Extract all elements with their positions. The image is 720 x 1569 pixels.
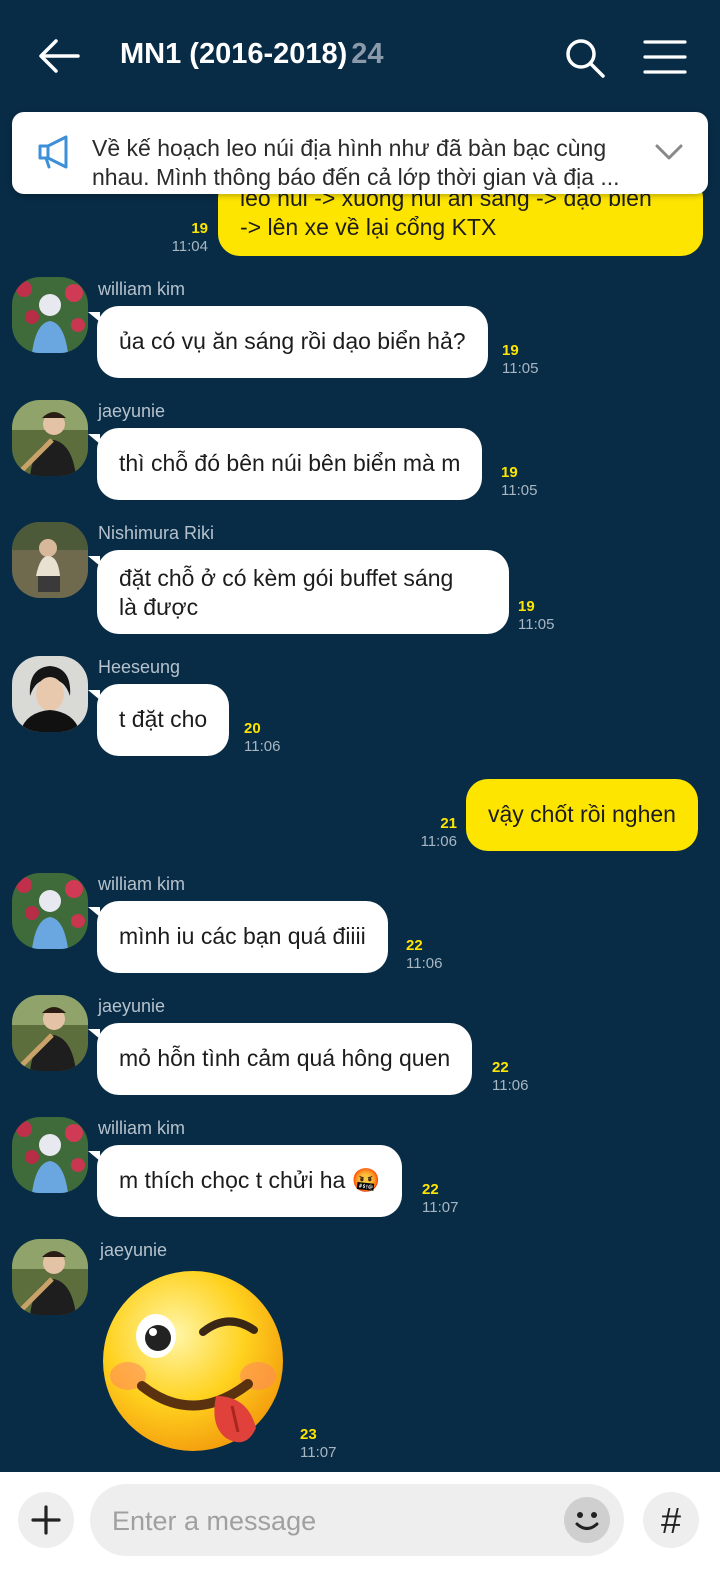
message-time: 11:07 — [422, 1199, 459, 1216]
avatar[interactable] — [12, 873, 88, 949]
emoji-button[interactable] — [564, 1497, 610, 1543]
message-meta: 20 11:06 — [244, 720, 280, 756]
message-bubble[interactable]: t đặt cho — [87, 684, 230, 756]
message-text: m thích chọc t chửi ha — [119, 1167, 346, 1193]
message-text: thì chỗ đó bên núi bên biển mà m — [119, 450, 461, 476]
message-text: -> lên xe về lại cổng KTX — [240, 214, 497, 240]
message-bubble[interactable]: m thích chọc t chửi ha 🤬 — [87, 1145, 403, 1217]
avatar-image — [12, 400, 88, 476]
message-meta: 23 11:07 — [300, 1426, 336, 1462]
avatar[interactable] — [12, 1117, 88, 1193]
message-text: mình iu các bạn quá điiii — [119, 923, 366, 949]
unread-count: 23 — [300, 1426, 317, 1443]
avatar-image — [12, 1117, 88, 1193]
cursing-face-emoji: 🤬 — [351, 1167, 381, 1193]
hash-icon: # — [660, 1500, 682, 1541]
message-text: là được — [119, 594, 199, 620]
message-meta: 19 11:05 — [518, 598, 554, 634]
smiley-icon — [575, 1512, 599, 1530]
chevron-down-icon[interactable] — [654, 142, 684, 162]
unread-count: 19 — [502, 342, 519, 359]
my-message-bubble[interactable]: vậy chốt rồi nghen — [466, 779, 698, 851]
sender-name: jaeyunie — [98, 996, 166, 1016]
avatar[interactable] — [12, 400, 88, 476]
unread-count: 19 — [501, 464, 518, 481]
avatar[interactable] — [12, 995, 88, 1071]
message-meta: 21 11:06 — [400, 815, 457, 851]
message-time: 11:04 — [171, 238, 208, 255]
avatar-image — [12, 995, 88, 1071]
message-input[interactable] — [110, 1484, 544, 1558]
message-meta: 19 11:04 — [150, 220, 208, 256]
message-text: ủa có vụ ăn sáng rồi dạo biển hả? — [119, 328, 466, 354]
avatar-image — [12, 522, 88, 598]
avatar-image — [12, 873, 88, 949]
message-text: đặt chỗ ở có kèm gói buffet sáng — [119, 565, 454, 591]
sender-name: william kim — [98, 874, 185, 894]
message-time: 11:06 — [492, 1077, 529, 1094]
chat-header: MN1 (2016-2018) 24 — [0, 0, 720, 112]
hashtag-search-button[interactable]: # — [643, 1492, 699, 1548]
sender-name: Heeseung — [98, 657, 181, 677]
chat-title-text: MN1 (2016-2018) — [120, 38, 348, 70]
sender-name: Nishimura Riki — [98, 523, 215, 543]
unread-count: 22 — [406, 937, 423, 954]
message-time: 11:05 — [518, 616, 555, 633]
search-icon[interactable] — [563, 36, 607, 80]
message-meta: 19 11:05 — [502, 342, 538, 378]
message-time: 11:06 — [406, 955, 443, 972]
back-arrow-icon[interactable] — [34, 36, 82, 76]
message-time: 11:05 — [501, 482, 538, 499]
avatar-image — [12, 1239, 88, 1315]
plus-icon — [31, 1505, 61, 1535]
megaphone-icon — [38, 135, 68, 169]
message-bubble[interactable]: đặt chỗ ở có kèm gói buffet sáng là được — [88, 550, 509, 634]
sender-name: william kim — [98, 279, 185, 299]
message-bubble[interactable]: mình iu các bạn quá điiii — [88, 901, 388, 973]
message-field-container — [90, 1484, 624, 1558]
hamburger-menu-icon[interactable] — [642, 38, 688, 76]
sender-name: william kim — [98, 1118, 185, 1138]
avatar[interactable] — [12, 1239, 88, 1315]
unread-count: 19 — [191, 220, 208, 237]
attach-plus-button[interactable] — [18, 1492, 74, 1548]
message-time: 11:05 — [502, 360, 539, 377]
sender-name: jaeyunie — [98, 401, 166, 421]
member-count: 24 — [351, 38, 384, 70]
message-text: t đặt cho — [119, 706, 208, 732]
message-meta: 22 11:06 — [406, 937, 442, 973]
message-meta: 19 11:05 — [501, 464, 537, 500]
unread-count: 22 — [422, 1181, 439, 1198]
unread-count: 21 — [440, 815, 457, 832]
unread-count: 22 — [492, 1059, 509, 1076]
message-meta: 22 11:07 — [422, 1181, 458, 1217]
message-meta: 22 11:06 — [492, 1059, 528, 1095]
announcement-text: Về kế hoạch leo núi địa hình như đã bàn … — [92, 135, 620, 190]
avatar[interactable] — [12, 277, 88, 353]
message-time: 11:06 — [420, 833, 457, 850]
chat-title: MN1 (2016-2018) 24 — [120, 38, 384, 71]
message-time: 11:06 — [244, 738, 281, 755]
announcement-banner[interactable]: Về kế hoạch leo núi địa hình như đã bàn … — [12, 112, 708, 194]
avatar[interactable] — [12, 522, 88, 598]
unread-count: 20 — [244, 720, 261, 737]
avatar[interactable] — [12, 656, 88, 732]
message-text: vậy chốt rồi nghen — [488, 801, 676, 827]
message-bubble[interactable]: mỏ hỗn tình cảm quá hông quen — [87, 1023, 473, 1095]
sender-name: jaeyunie — [100, 1240, 168, 1260]
message-bubble[interactable]: thì chỗ đó bên núi bên biển mà m — [87, 428, 483, 500]
message-time: 11:07 — [300, 1444, 337, 1461]
avatar-image — [12, 277, 88, 353]
message-bubble[interactable]: ủa có vụ ăn sáng rồi dạo biển hả? — [88, 306, 488, 378]
message-text: mỏ hỗn tình cảm quá hông quen — [119, 1045, 451, 1071]
winking-tongue-emoji-sticker[interactable] — [98, 1266, 288, 1456]
avatar-image — [12, 656, 88, 732]
unread-count: 19 — [518, 598, 535, 615]
message-input-bar: # — [0, 1472, 720, 1569]
